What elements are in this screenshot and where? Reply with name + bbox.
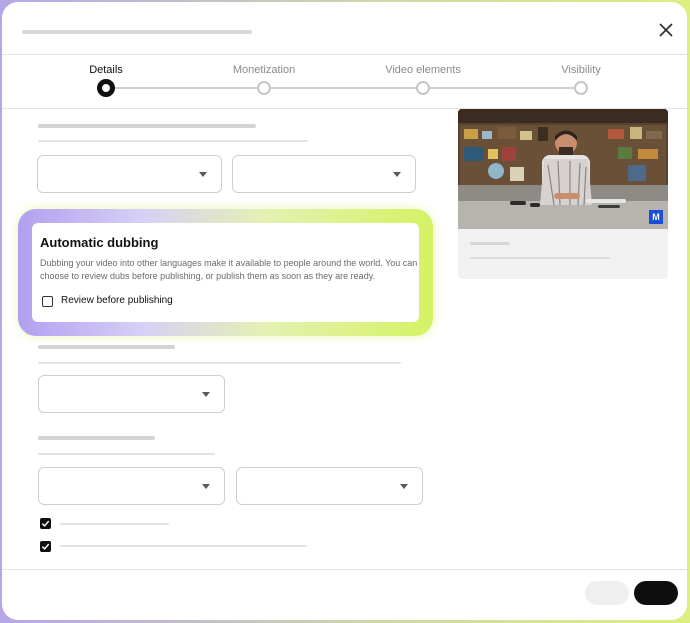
video-preview-card: M bbox=[458, 109, 668, 279]
preview-label-placeholder bbox=[470, 242, 510, 245]
chevron-down-icon bbox=[393, 172, 401, 177]
section-heading-placeholder bbox=[38, 124, 256, 128]
background: Details Monetization Video elements Visi… bbox=[0, 0, 690, 623]
video-thumbnail[interactable]: M bbox=[458, 109, 668, 229]
checkbox-checked[interactable] bbox=[40, 541, 51, 552]
close-icon bbox=[659, 23, 673, 37]
checkbox-checked[interactable] bbox=[40, 518, 51, 529]
step-label-monetization[interactable]: Monetization bbox=[233, 64, 295, 76]
section-subtext-placeholder bbox=[38, 362, 401, 364]
footer-divider bbox=[2, 569, 687, 570]
chevron-down-icon bbox=[202, 392, 210, 397]
checkbox-label-placeholder bbox=[60, 523, 169, 525]
dialog-title-placeholder bbox=[22, 30, 252, 34]
section-heading-placeholder bbox=[38, 436, 155, 440]
section-subtext-placeholder bbox=[38, 453, 215, 455]
preview-link-placeholder bbox=[470, 257, 610, 259]
check-icon bbox=[41, 520, 50, 527]
checkbox-label-placeholder bbox=[60, 545, 307, 547]
step-dot-visibility[interactable] bbox=[574, 81, 588, 95]
step-dot-video-elements[interactable] bbox=[416, 81, 430, 95]
next-button[interactable] bbox=[634, 581, 678, 605]
automatic-dubbing-description: Dubbing your video into other languages … bbox=[40, 258, 418, 281]
select-field[interactable] bbox=[236, 467, 423, 505]
review-before-publishing-checkbox[interactable] bbox=[42, 296, 53, 307]
automatic-dubbing-card: Automatic dubbing Dubbing your video int… bbox=[32, 223, 419, 322]
chevron-down-icon bbox=[202, 484, 210, 489]
step-label-video-elements[interactable]: Video elements bbox=[385, 64, 461, 76]
step-label-details[interactable]: Details bbox=[89, 64, 123, 76]
step-label-visibility[interactable]: Visibility bbox=[561, 64, 601, 76]
header-divider bbox=[2, 54, 687, 55]
select-field[interactable] bbox=[232, 155, 416, 193]
section-subtext-placeholder bbox=[38, 140, 308, 142]
back-button[interactable] bbox=[585, 581, 629, 605]
review-before-publishing-label[interactable]: Review before publishing bbox=[61, 295, 173, 306]
upload-dialog: Details Monetization Video elements Visi… bbox=[2, 2, 687, 620]
check-icon bbox=[41, 543, 50, 550]
select-field[interactable] bbox=[37, 155, 222, 193]
select-field[interactable] bbox=[38, 467, 225, 505]
chevron-down-icon bbox=[199, 172, 207, 177]
step-dot-monetization[interactable] bbox=[257, 81, 271, 95]
step-dot-details[interactable] bbox=[97, 79, 115, 97]
close-button[interactable] bbox=[654, 18, 678, 42]
select-field[interactable] bbox=[38, 375, 225, 413]
automatic-dubbing-highlight: Automatic dubbing Dubbing your video int… bbox=[18, 209, 433, 336]
thumbnail-image bbox=[458, 109, 668, 229]
stepper-track bbox=[106, 87, 581, 89]
automatic-dubbing-title: Automatic dubbing bbox=[40, 235, 159, 250]
section-heading-placeholder bbox=[38, 345, 175, 349]
chevron-down-icon bbox=[400, 484, 408, 489]
channel-badge: M bbox=[649, 210, 663, 224]
